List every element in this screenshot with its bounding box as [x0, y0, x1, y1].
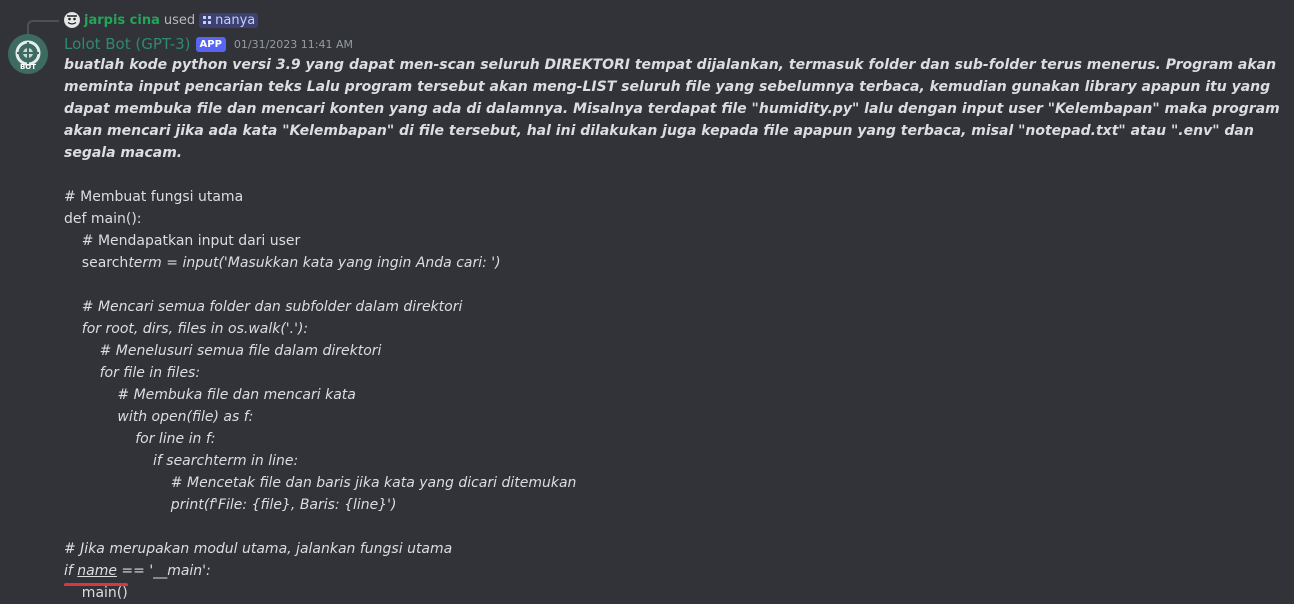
code-line: # Mendapatkan input dari user [64, 233, 301, 249]
code-line: searchterm = input('Masukkan kata yang i… [64, 252, 1286, 274]
code-line: # Mencetak file dan baris jika kata yang… [64, 475, 577, 491]
message-header: Lolot Bot (GPT-3) APP 01/31/2023 11:41 A… [64, 34, 353, 54]
code-fragment: == '__main': [116, 563, 211, 579]
code-fragment: if [64, 563, 78, 579]
app-badge: APP [195, 36, 226, 52]
message-content: buatlah kode python versi 3.9 yang dapat… [64, 54, 1286, 604]
code-fragment: search [64, 255, 129, 271]
slash-command-chip[interactable]: nanya [199, 12, 259, 28]
code-line: if searchterm in line: [64, 453, 299, 469]
reply-context[interactable]: jarpis cina used nanya [64, 11, 259, 29]
code-line: print(f'File: {file}, Baris: {line}') [64, 497, 397, 513]
face-icon [65, 13, 79, 27]
code-line: def main(): [64, 211, 142, 227]
code-line: main() [64, 585, 128, 601]
reply-avatar[interactable] [64, 12, 80, 28]
reply-used-text: used [163, 12, 196, 28]
reply-username[interactable]: jarpis cina [84, 13, 160, 28]
message-timestamp[interactable]: 01/31/2023 11:41 AM [234, 38, 353, 51]
code-fragment-italic: term = input('Masukkan kata yang ingin A… [128, 255, 501, 271]
code-line: with open(file) as f: [64, 409, 254, 425]
author-name[interactable]: Lolot Bot (GPT-3) [64, 35, 191, 53]
code-line: for root, dirs, files in os.walk('.'): [64, 321, 309, 337]
command-name: nanya [215, 12, 256, 28]
prompt-text: buatlah kode python versi 3.9 yang dapat… [64, 57, 1280, 161]
reply-spine [27, 20, 59, 34]
code-line: # Membuat fungsi utama [64, 189, 244, 205]
code-line: # Menelusuri semua file dalam direktori [64, 343, 382, 359]
code-line: if name == '__main': [64, 560, 1286, 582]
code-line: # Membuka file dan mencari kata [64, 387, 356, 403]
code-line: for file in files: [64, 365, 201, 381]
code-line: for line in f: [64, 431, 216, 447]
avatar-label: BOT [19, 63, 37, 71]
code-line: # Jika merupakan modul utama, jalankan f… [64, 541, 453, 557]
command-grid-icon [203, 16, 212, 24]
code-fragment-underlined: name [77, 563, 117, 579]
code-line: # Mencari semua folder dan subfolder dal… [64, 299, 463, 315]
